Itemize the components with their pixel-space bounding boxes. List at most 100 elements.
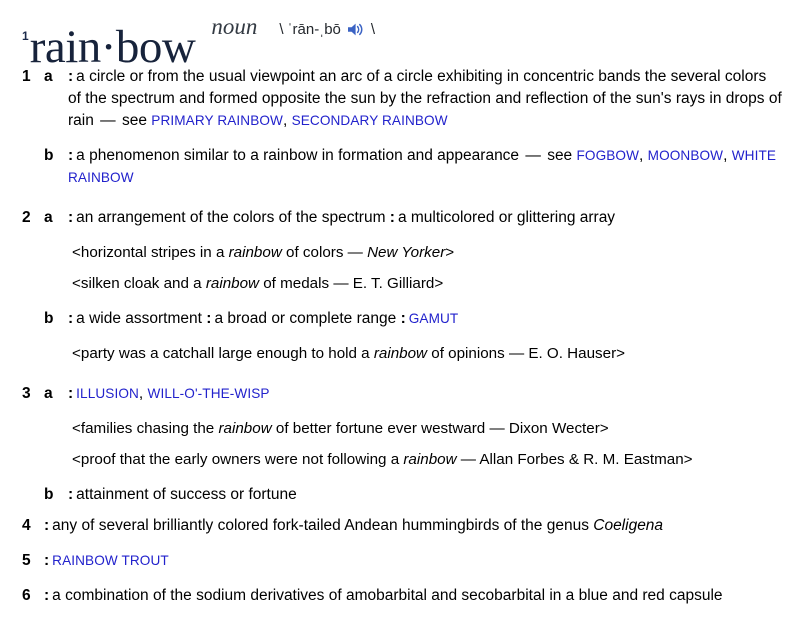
quote-keyword: rainbow (373, 345, 428, 362)
definition-colon: : (44, 552, 50, 569)
em-dash: — (525, 147, 541, 164)
sense-text: :a phenomenon similar to a rainbow in fo… (68, 147, 777, 185)
speaker-icon[interactable] (347, 22, 365, 38)
xref-link-gamut[interactable]: GAMUT (409, 311, 459, 326)
sense-letter: a (44, 385, 53, 402)
sense-number: 6 (22, 587, 31, 604)
xref-link-primary-rainbow[interactable]: PRIMARY RAINBOW (151, 113, 283, 128)
xref-link-secondary-rainbow[interactable]: SECONDARY RAINBOW (292, 113, 448, 128)
quote-pre: proof that the early owners were not fol… (80, 451, 404, 468)
em-dash: — (347, 244, 363, 261)
quote-open: < (72, 345, 81, 362)
em-dash: — (100, 112, 116, 129)
definition-colon: : (44, 517, 50, 534)
sense-letter: a (44, 68, 53, 85)
sense-group-2: 2 a : an arrangement of the colors of the… (22, 207, 782, 365)
quote-open: < (72, 244, 81, 261)
definition-colon-2: : (389, 209, 395, 226)
definition-colon-2: : (206, 310, 212, 327)
xref-link-will-o-the-wisp[interactable]: WILL-O'-THE-WISP (148, 386, 270, 401)
quote-pre: silken cloak and a (80, 275, 206, 292)
quote-close: > (445, 244, 455, 261)
sense-text: : an arrangement of the colors of the spe… (68, 207, 782, 229)
dictionary-entry-page: 1 rain·bow noun \ ˈrān-ˌbō \ 1 a :a circ (0, 0, 800, 631)
sense-3a: 3 a : ILLUSION, WILL-O'-THE-WISP (22, 383, 782, 405)
quote-keyword: rainbow (218, 420, 272, 437)
quote-citation: E. O. Hauser (528, 345, 617, 362)
definition-text: a wide assortment (76, 310, 202, 327)
quote-citation: Dixon Wecter (508, 420, 600, 437)
quote-open: < (72, 275, 81, 292)
example-quote: <silken cloak and a rainbow of medals — … (22, 273, 782, 295)
quote-keyword: rainbow (205, 275, 260, 292)
quote-post: of better fortune ever westward (271, 420, 490, 437)
quote-keyword: rainbow (228, 244, 282, 261)
sense-text: :a combination of the sodium derivatives… (44, 585, 782, 607)
definition-colon: : (68, 310, 74, 327)
definition-text: an arrangement of the colors of the spec… (76, 209, 386, 226)
sense-text: : ILLUSION, WILL-O'-THE-WISP (68, 385, 270, 402)
em-dash: — (333, 275, 349, 292)
definition-colon: : (68, 385, 74, 402)
example-quote: <party was a catchall large enough to ho… (22, 343, 782, 365)
example-text: <party was a catchall large enough to ho… (72, 343, 782, 365)
definition-text-2: a multicolored or glittering array (397, 209, 616, 226)
definition-colon-3: : (400, 310, 406, 327)
example-text: <horizontal stripes in a rainbow of colo… (72, 242, 782, 264)
sense-number: 2 (22, 209, 31, 226)
quote-close: > (683, 451, 693, 468)
sense-6: 6 :a combination of the sodium derivativ… (22, 585, 782, 607)
definition-text: any of several brilliantly colored fork-… (52, 517, 594, 534)
homograph-number: 1 (22, 29, 29, 43)
xref-link-rainbow-trout[interactable]: RAINBOW TROUT (52, 553, 169, 568)
definition-colon: : (44, 587, 50, 604)
see-label: see (547, 147, 573, 164)
entry-header: 1 rain·bow noun \ ˈrān-ˌbō \ (0, 0, 800, 71)
quote-open: < (72, 420, 81, 437)
definition-colon: : (68, 68, 74, 85)
quote-pre: party was a catchall large enough to hol… (80, 345, 374, 362)
quote-close: > (616, 345, 626, 362)
quote-pre: horizontal stripes in a (80, 244, 229, 261)
quote-close: > (434, 275, 444, 292)
sense-1b: b :a phenomenon similar to a rainbow in … (22, 145, 782, 189)
definitions-list: 1 a :a circle or from the usual viewpoin… (0, 66, 800, 607)
quote-citation: New Yorker (367, 244, 446, 261)
xref-link-illusion[interactable]: ILLUSION (76, 386, 139, 401)
sense-letter: a (44, 209, 53, 226)
em-dash: — (508, 345, 525, 362)
example-quote: <horizontal stripes in a rainbow of colo… (22, 242, 782, 264)
definition-colon: : (68, 147, 74, 164)
quote-close: > (599, 420, 609, 437)
sense-number: 4 (22, 517, 31, 534)
xref-link-fogbow[interactable]: FOGBOW (577, 148, 640, 163)
definition-colon: : (68, 209, 74, 226)
example-quote: <proof that the early owners were not fo… (22, 449, 782, 471)
example-indent (22, 343, 72, 365)
sense-text: : RAINBOW TROUT (44, 550, 782, 572)
sense-1a: 1 a :a circle or from the usual viewpoin… (22, 66, 782, 132)
pronunciation-close-slash: \ (370, 21, 376, 38)
sense-text: :a circle or from the usual viewpoint an… (68, 68, 782, 129)
sense-2a: 2 a : an arrangement of the colors of the… (22, 207, 782, 229)
sense-letter: b (44, 486, 54, 503)
em-dash: — (460, 451, 476, 468)
definition-text: a combination of the sodium derivatives … (52, 587, 723, 604)
definition-colon: : (68, 486, 74, 503)
quote-pre: families chasing the (80, 420, 219, 437)
quote-post: of colors (281, 244, 348, 261)
xref-link-moonbow[interactable]: MOONBOW (648, 148, 723, 163)
example-text: <families chasing the rainbow of better … (72, 418, 782, 440)
see-label: see (121, 112, 147, 129)
quote-citation: Allan Forbes & R. M. Eastman (479, 451, 684, 468)
pronunciation-text: ˈrān-ˌbō (287, 21, 341, 38)
sense-text: :a wide assortment :a broad or complete … (68, 308, 782, 330)
sense-text: : attainment of success or fortune (68, 484, 782, 506)
sense-number: 1 (22, 68, 31, 85)
definition-text: a phenomenon similar to a rainbow in for… (76, 147, 520, 164)
example-indent (22, 242, 72, 264)
sense-number: 5 (22, 552, 31, 569)
definition-text-2: a broad or complete range (214, 310, 397, 327)
